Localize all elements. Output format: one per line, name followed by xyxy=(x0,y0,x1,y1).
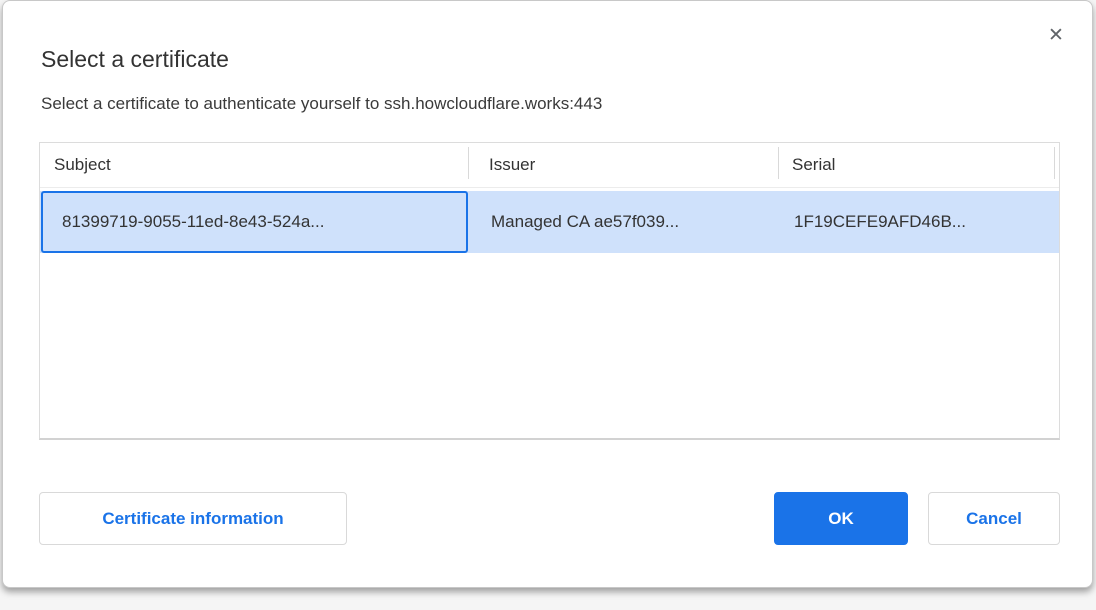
cell-serial[interactable]: 1F19CEFE9AFD46B... xyxy=(778,191,1054,253)
certificate-table: Subject Issuer Serial 81399719-9055-11ed… xyxy=(39,142,1060,440)
dialog-title: Select a certificate xyxy=(41,45,1056,73)
cell-subject[interactable]: 81399719-9055-11ed-8e43-524a... xyxy=(41,191,468,253)
table-row[interactable]: 81399719-9055-11ed-8e43-524a... Managed … xyxy=(40,191,1059,253)
button-bar: Certificate information OK Cancel xyxy=(39,492,1060,545)
ok-button[interactable]: OK xyxy=(774,492,908,545)
column-header-gutter xyxy=(1054,143,1068,187)
cell-issuer[interactable]: Managed CA ae57f039... xyxy=(468,191,778,253)
table-header: Subject Issuer Serial xyxy=(40,143,1059,188)
cell-gutter xyxy=(1054,191,1059,253)
cancel-button[interactable]: Cancel xyxy=(928,492,1060,545)
column-header-serial: Serial xyxy=(778,143,1054,187)
column-header-issuer: Issuer xyxy=(468,143,778,187)
column-header-subject: Subject xyxy=(40,143,468,187)
close-icon[interactable]: ✕ xyxy=(1042,21,1070,49)
select-certificate-dialog: ✕ Select a certificate Select a certific… xyxy=(2,0,1093,588)
certificate-information-button[interactable]: Certificate information xyxy=(39,492,347,545)
dialog-action-buttons: OK Cancel xyxy=(774,492,1060,545)
dialog-subtitle: Select a certificate to authenticate you… xyxy=(41,93,1056,115)
